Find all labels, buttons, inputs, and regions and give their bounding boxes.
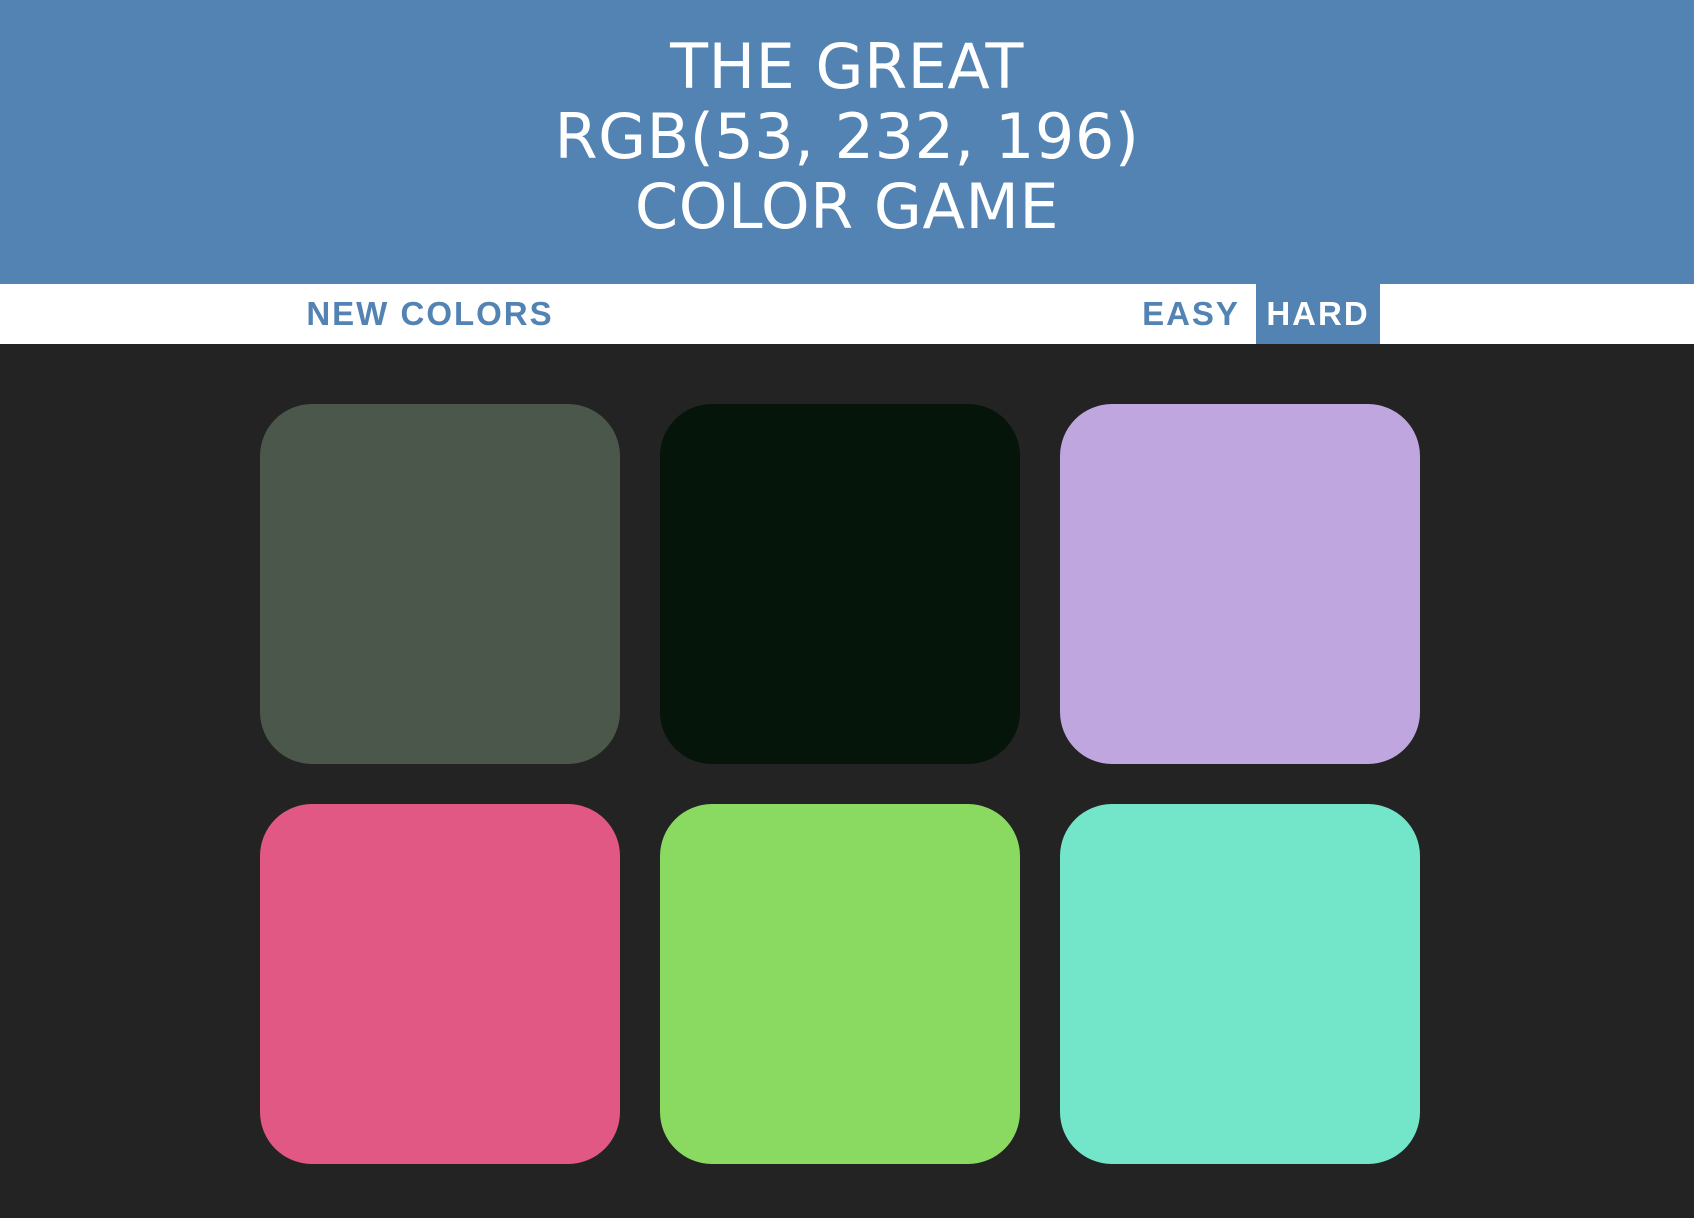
header: THE GREAT RGB(53, 232, 196) COLOR GAME xyxy=(0,0,1694,284)
target-color-display: RGB(53, 232, 196) xyxy=(554,100,1140,173)
color-square-6[interactable] xyxy=(1060,804,1420,1164)
color-square-3[interactable] xyxy=(1060,404,1420,764)
color-square-5[interactable] xyxy=(660,804,1020,1164)
toolbar: NEW COLORS EASY HARD xyxy=(0,284,1694,344)
title-line-3: COLOR GAME xyxy=(634,170,1060,243)
new-colors-button[interactable]: NEW COLORS xyxy=(300,284,560,344)
color-board xyxy=(0,344,1694,1218)
color-square-2[interactable] xyxy=(660,404,1020,764)
hard-mode-button[interactable]: HARD xyxy=(1256,284,1380,344)
easy-mode-button[interactable]: EASY xyxy=(1128,284,1254,344)
color-square-1[interactable] xyxy=(260,404,620,764)
title-line-1: THE GREAT xyxy=(670,30,1024,103)
color-square-4[interactable] xyxy=(260,804,620,1164)
